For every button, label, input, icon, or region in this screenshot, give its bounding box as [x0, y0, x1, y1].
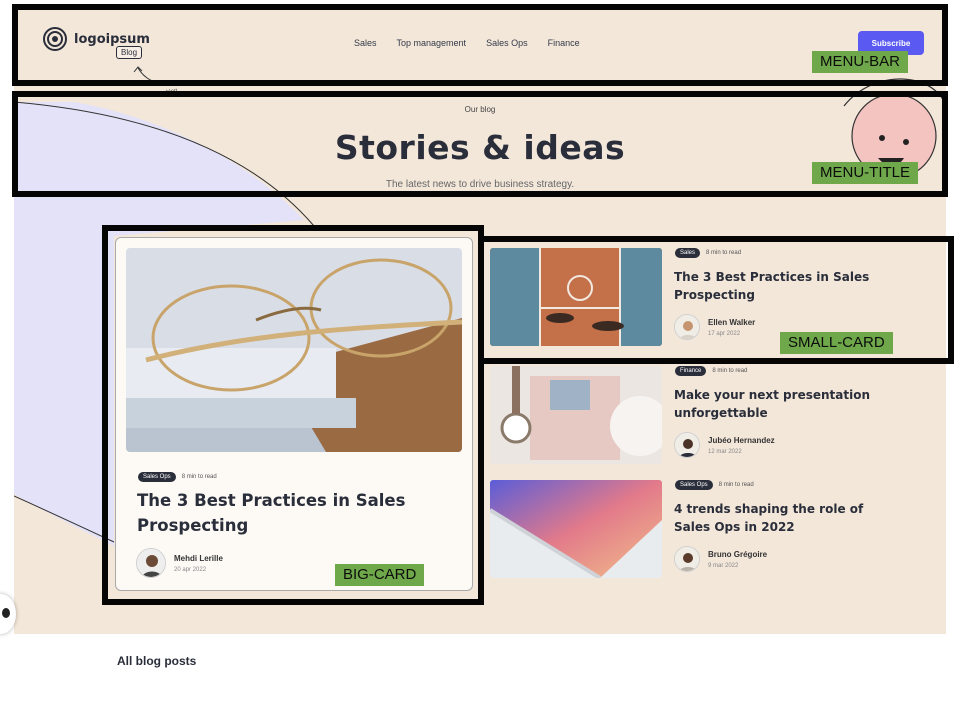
- post-title[interactable]: Make your next presentation unforgettabl…: [674, 386, 884, 422]
- author-block: Bruno Grégoire 9 mar 2022: [674, 546, 767, 572]
- avatar: [674, 432, 700, 458]
- avatar: [674, 546, 700, 572]
- small-card-annotation-label: SMALL-CARD: [780, 332, 893, 354]
- menu-title-annotation-box: [12, 91, 948, 197]
- read-time: 8 min to read: [718, 482, 754, 488]
- author-block: Jubéo Hernandez 12 mar 2022: [674, 432, 775, 458]
- author-name: Bruno Grégoire: [708, 549, 768, 559]
- big-card-annotation-label: BIG-CARD: [335, 564, 425, 586]
- post-title[interactable]: 4 trends shaping the role of Sales Ops i…: [674, 500, 884, 536]
- big-card-annotation-box: [102, 225, 484, 605]
- post-card[interactable]: Sales Ops 8 min to read 4 trends shaping…: [488, 476, 946, 586]
- menu-title-annotation-label: MENU-TITLE: [812, 162, 918, 184]
- watch-notebook-image: [490, 366, 662, 464]
- category-badge[interactable]: Finance: [675, 366, 707, 376]
- read-time: 8 min to read: [712, 368, 748, 374]
- laptop-image: [490, 480, 662, 578]
- all-posts-heading: All blog posts: [117, 654, 197, 668]
- post-date: 9 mar 2022: [708, 562, 739, 569]
- author-name: Jubéo Hernandez: [708, 435, 775, 445]
- menu-bar-annotation-label: MENU-BAR: [812, 51, 909, 73]
- tag-row: Sales Ops 8 min to read: [675, 480, 754, 490]
- menu-bar-annotation-box: [12, 4, 948, 86]
- tag-row: Finance 8 min to read: [675, 366, 747, 376]
- post-date: 12 mar 2022: [708, 448, 742, 455]
- category-badge[interactable]: Sales Ops: [675, 480, 713, 490]
- post-card[interactable]: Finance 8 min to read Make your next pre…: [488, 362, 946, 472]
